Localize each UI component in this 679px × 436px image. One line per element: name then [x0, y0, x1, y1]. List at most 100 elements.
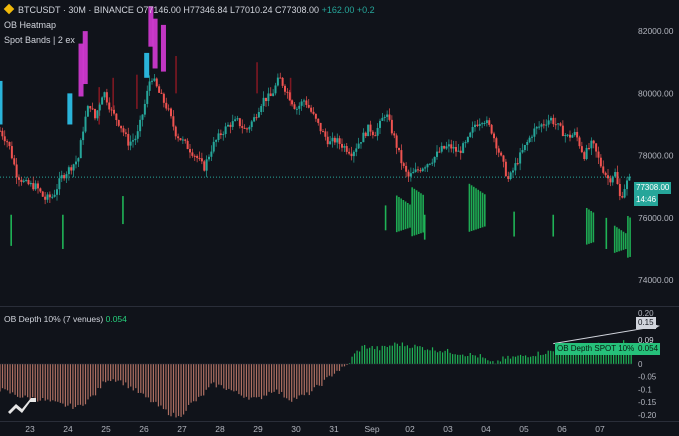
candle-body — [58, 178, 61, 190]
date-axis-tick: 31 — [329, 424, 339, 434]
depth-bar — [288, 364, 290, 401]
candle-body — [186, 140, 189, 149]
depth-bar — [223, 364, 225, 389]
candle-body — [257, 112, 260, 118]
depth-bar — [115, 364, 117, 382]
candle-body — [286, 91, 289, 93]
depth-bar — [84, 364, 87, 405]
candle-body — [331, 137, 334, 142]
depth-bar — [396, 343, 398, 364]
depth-axis-tick: -0.05 — [638, 373, 657, 382]
candle-body — [609, 178, 612, 183]
candle-body — [400, 150, 403, 164]
depth-bar — [301, 364, 303, 395]
depth-bar — [409, 348, 411, 364]
depth-bar — [215, 364, 217, 388]
candle-body — [607, 175, 609, 179]
depth-bar — [4, 364, 6, 390]
candle-body — [305, 100, 308, 105]
candle-body — [77, 158, 80, 162]
depth-bar — [484, 358, 486, 364]
candle-body — [324, 131, 327, 137]
depth-bar — [165, 364, 167, 410]
tradingview-logo-icon — [8, 398, 36, 414]
candle-body — [86, 106, 89, 117]
depth-bar — [509, 358, 512, 364]
depth-bar — [258, 364, 260, 397]
candle-body — [431, 162, 434, 164]
candle-body — [162, 93, 165, 103]
spot-band-dark_red — [256, 62, 258, 94]
candle-body — [595, 143, 598, 152]
candle-body — [0, 130, 1, 132]
candle-body — [398, 147, 400, 151]
depth-bar — [162, 364, 165, 410]
candle-body — [317, 118, 320, 123]
candle-body — [533, 128, 536, 137]
candle-body — [32, 183, 35, 190]
candle-body — [172, 116, 175, 127]
candle-body — [538, 126, 541, 128]
date-axis-tick: 04 — [481, 424, 491, 434]
depth-bar — [504, 358, 507, 364]
candle-body — [580, 146, 583, 153]
ob-depth-legend[interactable]: OB Depth 10% (7 venues) 0.054 — [4, 314, 127, 324]
depth-value-tag: 0.054 — [636, 343, 661, 355]
candle-body — [293, 104, 296, 109]
candle-body — [122, 128, 125, 133]
depth-bar — [497, 360, 499, 364]
candle-body — [276, 77, 279, 86]
depth-bar — [19, 364, 21, 398]
depth-bar — [32, 364, 34, 398]
spot-band-magenta — [152, 18, 158, 69]
candle-body — [44, 196, 47, 200]
candle-body — [443, 145, 446, 149]
candle-body — [540, 124, 543, 127]
candle-body — [22, 180, 25, 182]
candle-body — [433, 156, 436, 163]
candle-body — [438, 151, 441, 153]
depth-bar — [411, 347, 414, 364]
candle-body — [412, 171, 415, 174]
candle-body — [200, 158, 203, 162]
depth-bar — [230, 364, 232, 391]
depth-bar — [353, 353, 356, 364]
candle-body — [547, 120, 550, 125]
depth-bar — [376, 346, 378, 364]
candle-body — [336, 138, 339, 143]
candle-body — [371, 131, 374, 136]
date-axis-tick: 07 — [595, 424, 605, 434]
depth-bar — [203, 364, 205, 396]
depth-bar — [127, 364, 129, 389]
depth-bar — [177, 364, 180, 417]
depth-bar — [72, 364, 74, 409]
candle-body — [578, 137, 581, 147]
date-axis-tick: 03 — [443, 424, 453, 434]
depth-bar — [371, 346, 373, 364]
date-axis-tick: 27 — [177, 424, 187, 434]
candle-body — [98, 104, 101, 111]
depth-bar — [537, 351, 539, 364]
depth-bar — [220, 364, 222, 386]
candle-body — [10, 146, 13, 159]
candle-body — [571, 135, 574, 138]
depth-bar — [331, 364, 333, 377]
depth-bar — [469, 352, 471, 364]
ob-heatmap-label[interactable]: OB Heatmap — [4, 20, 56, 30]
depth-bar — [79, 364, 82, 405]
depth-bar — [474, 355, 476, 364]
price-axis-tick: 74000.00 — [638, 275, 674, 285]
ob-depth-name: OB Depth 10% (7 venues) — [4, 314, 104, 324]
depth-bar — [343, 364, 346, 367]
depth-bar — [459, 354, 461, 364]
depth-bar — [54, 364, 56, 402]
depth-bar — [273, 364, 275, 392]
depth-bar — [130, 364, 132, 387]
depth-bar — [172, 364, 175, 413]
candle-body — [134, 138, 137, 141]
candle-body — [485, 120, 488, 124]
chart-canvas[interactable]: 74000.00 76000.00 78000.00 80000.00 82000.00… — [0, 0, 679, 436]
candle-body — [241, 126, 244, 128]
candle-body — [343, 146, 346, 148]
spot-bands-label[interactable]: Spot Bands | 2 ex — [4, 35, 75, 45]
